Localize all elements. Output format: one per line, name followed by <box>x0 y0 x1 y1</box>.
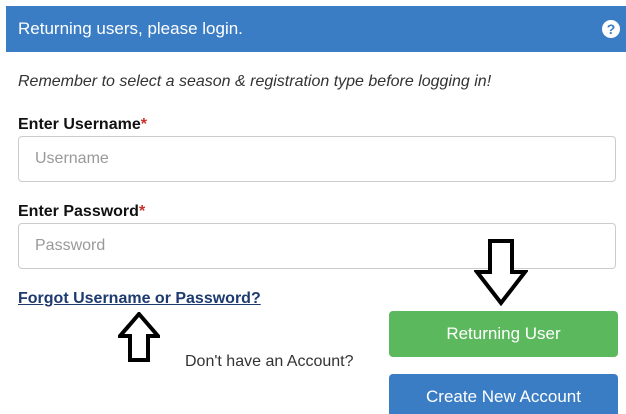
no-account-text: Don't have an Account? <box>185 353 354 370</box>
required-asterisk: * <box>138 203 146 220</box>
login-note: Remember to select a season & registrati… <box>18 73 492 90</box>
returning-user-button[interactable]: Returning User <box>389 311 618 357</box>
down-arrow-icon <box>474 239 528 306</box>
forgot-credentials-link[interactable]: Forgot Username or Password? <box>18 290 261 308</box>
required-asterisk: * <box>140 116 147 133</box>
username-label-text: Enter Username <box>18 116 141 133</box>
password-label: Enter Password* <box>18 203 145 221</box>
username-label: Enter Username* <box>18 116 147 134</box>
login-panel: Returning users, please login. ? Remembe… <box>0 0 626 414</box>
username-input[interactable] <box>18 136 616 182</box>
question-circle-icon[interactable]: ? <box>602 20 620 38</box>
create-account-button[interactable]: Create New Account <box>389 374 618 414</box>
panel-header: Returning users, please login. ? <box>6 6 626 52</box>
up-arrow-icon <box>118 312 160 362</box>
panel-title: Returning users, please login. <box>18 19 243 38</box>
password-label-text: Enter Password <box>18 203 139 220</box>
